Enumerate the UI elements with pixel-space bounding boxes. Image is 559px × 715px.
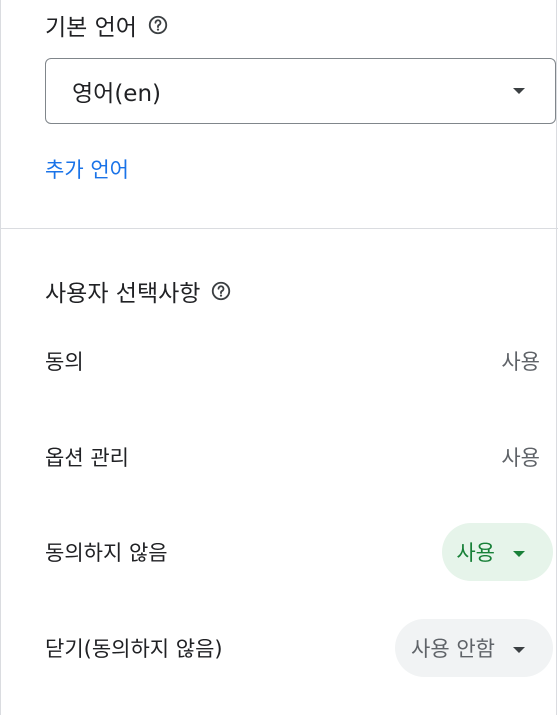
dropdown-caret-icon: [513, 550, 525, 557]
chip-label: 사용 안함: [411, 637, 495, 661]
preference-row-accept: 동의 사용: [45, 330, 556, 392]
help-circle-icon[interactable]: [147, 14, 169, 36]
dropdown-caret-icon: [513, 88, 525, 94]
selected-language-value: 영어(en): [72, 81, 161, 107]
enabled-status-dropdown[interactable]: 사용: [442, 523, 553, 581]
user-preferences-heading: 사용자 선택사항: [45, 274, 232, 308]
preference-row-manage-options: 옵션 관리 사용: [45, 426, 556, 488]
chip-label: 사용: [456, 541, 495, 565]
preference-row-close-reject: 닫기(동의하지 않음) 사용 안함: [45, 617, 556, 679]
dropdown-caret-icon: [513, 646, 525, 653]
default-language-heading: 기본 언어: [45, 8, 169, 42]
preference-row-reject: 동의하지 않음 사용: [45, 521, 556, 583]
preference-label: 동의하지 않음: [45, 541, 168, 565]
additional-languages-link[interactable]: 추가 언어: [45, 154, 129, 184]
user-preferences-title: 사용자 선택사항: [45, 281, 201, 307]
preference-label: 닫기(동의하지 않음): [45, 637, 223, 661]
language-preferences-panel: 기본 언어 영어(en) 추가 언어 사용자 선택사항 동의 사용 옵션 관리 …: [0, 0, 558, 715]
preference-label: 옵션 관리: [45, 446, 129, 470]
default-language-select[interactable]: 영어(en): [45, 58, 556, 124]
default-language-title: 기본 언어: [45, 15, 137, 41]
section-divider: [1, 228, 558, 229]
preference-label: 동의: [45, 350, 84, 374]
help-circle-icon[interactable]: [210, 280, 232, 302]
disabled-status-dropdown[interactable]: 사용 안함: [395, 619, 553, 677]
preference-value: 사용: [501, 350, 540, 374]
preference-value: 사용: [501, 446, 540, 470]
